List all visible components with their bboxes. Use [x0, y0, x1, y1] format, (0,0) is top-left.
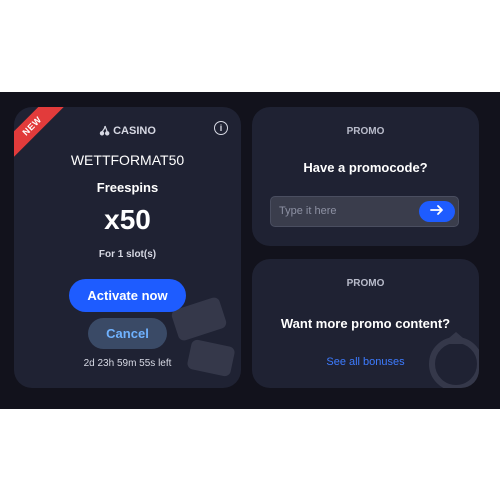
promo-question: Have a promocode?: [303, 160, 428, 175]
cancel-button[interactable]: Cancel: [88, 318, 167, 349]
info-icon[interactable]: i: [214, 121, 228, 135]
bonus-amount: x50: [104, 204, 151, 235]
arrow-right-icon: [430, 205, 443, 215]
bonus-type: Freespins: [96, 180, 159, 195]
submit-promocode-button[interactable]: [419, 201, 455, 222]
promocode-input[interactable]: Type it here: [270, 196, 459, 227]
time-left: 2d 23h 59m 55s left: [83, 358, 172, 369]
promocode-placeholder: Type it here: [279, 205, 337, 217]
category-text: CASINO: [113, 125, 156, 137]
promocode-card: PROMO Have a promocode? Type it here: [252, 107, 479, 246]
promo-content-card: PROMO Want more promo content? See all b…: [252, 259, 479, 388]
promo-label: PROMO: [346, 278, 385, 289]
slots-text: For 1 slot(s): [98, 249, 157, 260]
cherry-icon: [99, 125, 110, 139]
see-all-bonuses-link[interactable]: See all bonuses: [252, 356, 479, 368]
promo-label: PROMO: [346, 126, 385, 137]
promo-content-question: Want more promo content?: [280, 316, 451, 331]
activate-now-button[interactable]: Activate now: [69, 279, 186, 312]
bonus-code: WETTFORMAT50: [70, 152, 185, 168]
category-label: CASINO: [14, 125, 241, 139]
bonus-card: NEW CASINO i WETTFORMAT50 Freespins x50 …: [14, 107, 241, 388]
